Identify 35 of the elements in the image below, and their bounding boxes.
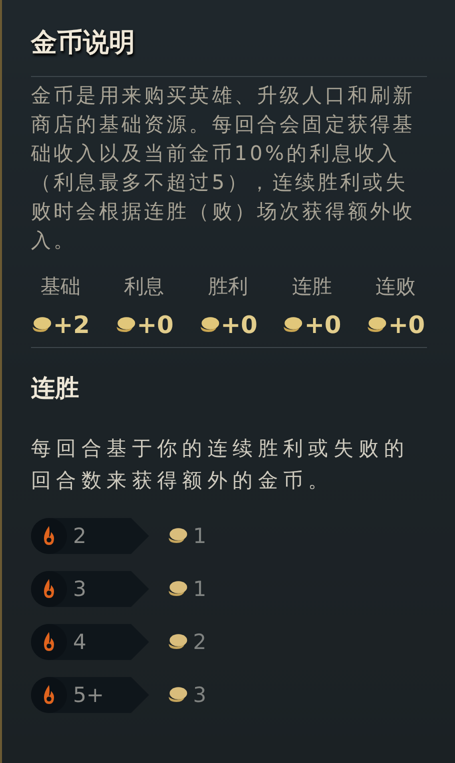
flame-icon [31, 624, 67, 660]
section-description: 每回合基于你的连续胜利或失败的回合数来获得额外的金币。 [31, 435, 410, 494]
income-value: +2 [53, 311, 90, 339]
streak-tag: 4 [31, 624, 149, 660]
income-label: 胜利 [208, 273, 248, 299]
panel-title: 金币说明 [31, 27, 136, 60]
coin-amount: 2 [193, 630, 206, 654]
coin-icon [282, 316, 304, 334]
flame-icon [31, 677, 67, 713]
coin-icon [167, 686, 188, 704]
streak-tag: 2 [31, 518, 149, 554]
coin-icon [198, 316, 220, 334]
coin-icon [167, 527, 188, 545]
income-value: +0 [136, 311, 174, 339]
coin-icon [114, 316, 136, 334]
income-label: 基础 [40, 273, 80, 299]
coin-icon [366, 316, 388, 334]
income-label: 连败 [376, 273, 416, 299]
income-value: +0 [220, 311, 258, 339]
flame-icon [31, 518, 67, 554]
income-value: +0 [388, 311, 425, 339]
coin-icon [167, 580, 188, 598]
flame-icon [31, 571, 67, 607]
coin-amount: 1 [193, 577, 206, 601]
income-label: 连胜 [292, 273, 332, 299]
coin-icon [167, 633, 188, 651]
income-value: +0 [304, 311, 342, 339]
section-title: 连胜 [31, 373, 80, 404]
streak-tag: 3 [31, 571, 149, 607]
income-label: 利息 [124, 273, 164, 299]
streak-tag: 5+ [31, 677, 149, 713]
coin-icon [31, 316, 52, 334]
coin-amount: 3 [193, 683, 206, 707]
description-text: 金币是用来购买英雄、升级人口和刷新商店的基础资源。每回合会固定获得基础收入以及当前金币10%的利息收入（利息最多不超过5），连续胜利或失败时会根据连胜（败）场次获得额外收入。 [31, 82, 416, 254]
coin-amount: 1 [193, 524, 206, 548]
